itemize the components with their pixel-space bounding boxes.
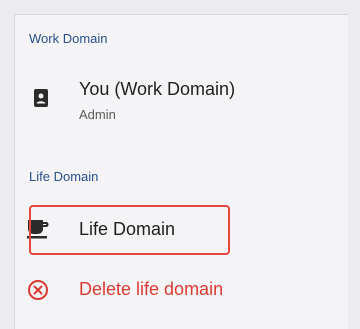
account-switcher-panel: Work Domain You (Work Domain) Admin Life… — [14, 14, 348, 329]
life-domain-section-title: Life Domain — [29, 169, 99, 184]
work-domain-account-row[interactable]: You (Work Domain) Admin — [15, 69, 348, 129]
highlight-box — [29, 205, 230, 255]
close-circle-icon — [26, 278, 50, 302]
delete-life-domain-button[interactable]: Delete life domain — [15, 267, 348, 313]
badge-icon — [30, 87, 52, 109]
work-domain-section-title: Work Domain — [29, 31, 108, 46]
delete-life-domain-label: Delete life domain — [79, 279, 224, 299]
work-domain-account-name: You (Work Domain) — [79, 79, 236, 99]
work-domain-account-role: Admin — [79, 107, 116, 122]
